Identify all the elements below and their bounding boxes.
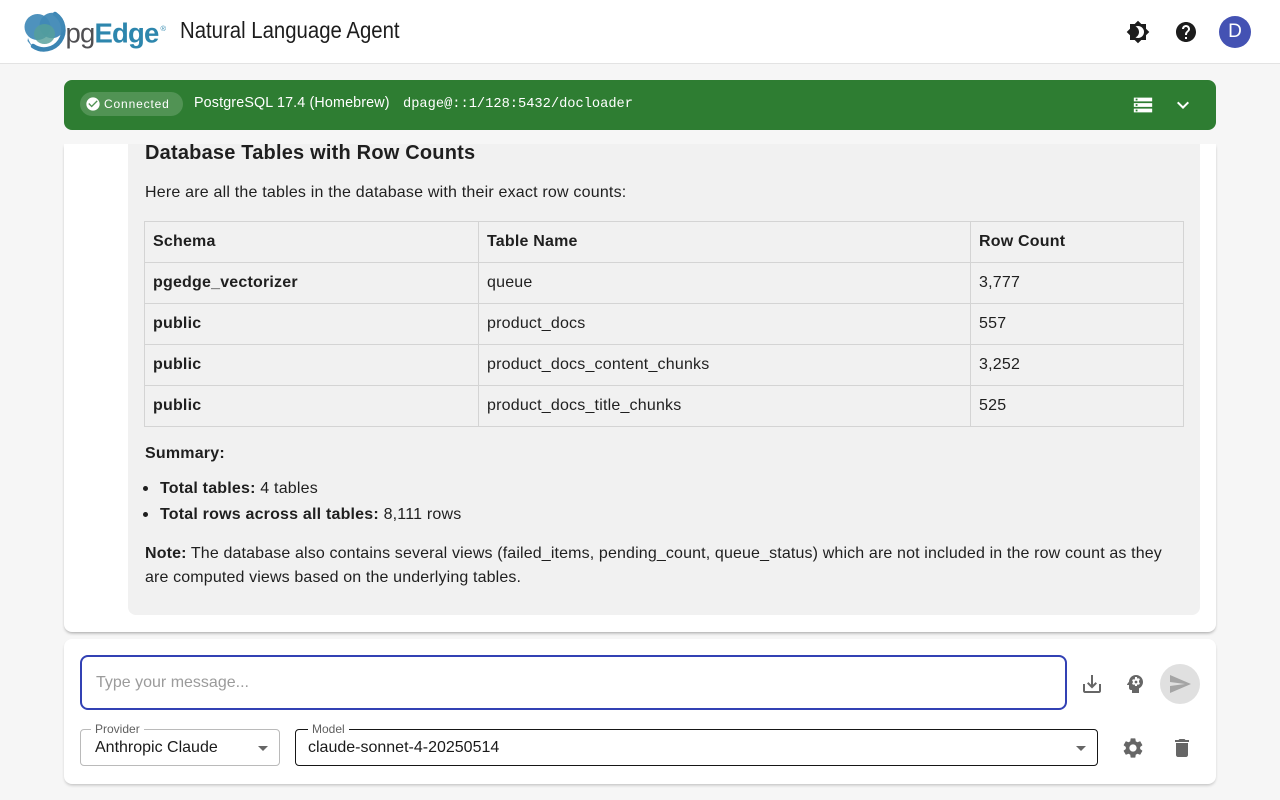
svg-text:®: ® [161,24,167,33]
svg-text:pg: pg [66,18,95,49]
svg-text:Edge: Edge [95,18,160,49]
